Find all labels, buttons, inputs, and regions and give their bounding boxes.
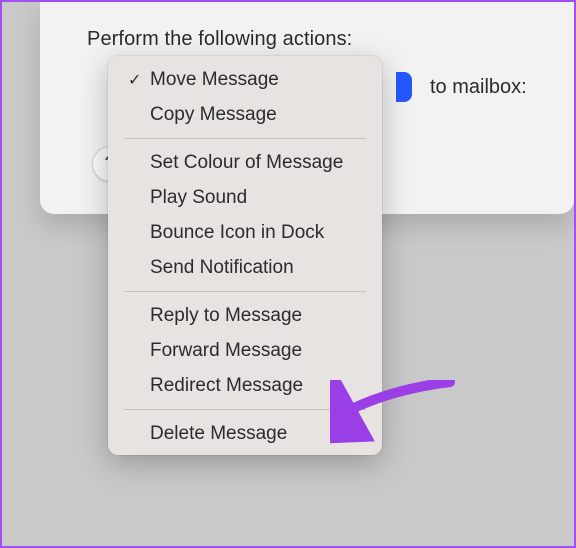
menu-item-redirect-message[interactable]: Redirect Message (108, 368, 382, 403)
menu-item-set-colour[interactable]: Set Colour of Message (108, 145, 382, 180)
menu-separator (124, 291, 366, 292)
check-icon: ✓ (128, 70, 150, 90)
menu-separator (124, 409, 366, 410)
menu-item-delete-message[interactable]: Delete Message (108, 416, 382, 451)
menu-item-label: Bounce Icon in Dock (150, 222, 324, 244)
menu-item-label: Delete Message (150, 423, 287, 445)
menu-item-send-notification[interactable]: Send Notification (108, 250, 382, 285)
menu-item-label: Set Colour of Message (150, 152, 343, 174)
actions-heading: Perform the following actions: (87, 28, 352, 51)
menu-item-label: Reply to Message (150, 305, 302, 327)
menu-item-label: Forward Message (150, 340, 302, 362)
menu-item-reply-to-message[interactable]: Reply to Message (108, 298, 382, 333)
action-select-right-edge[interactable] (396, 72, 412, 102)
action-dropdown-menu: ✓ Move Message Copy Message Set Colour o… (108, 56, 382, 455)
menu-item-label: Play Sound (150, 187, 247, 209)
menu-item-copy-message[interactable]: Copy Message (108, 97, 382, 132)
menu-item-forward-message[interactable]: Forward Message (108, 333, 382, 368)
menu-item-move-message[interactable]: ✓ Move Message (108, 62, 382, 97)
menu-item-label: Move Message (150, 69, 279, 91)
menu-item-label: Redirect Message (150, 375, 303, 397)
mailbox-label: to mailbox: (430, 76, 527, 99)
menu-separator (124, 138, 366, 139)
menu-item-play-sound[interactable]: Play Sound (108, 180, 382, 215)
menu-item-label: Send Notification (150, 257, 294, 279)
menu-item-bounce-icon[interactable]: Bounce Icon in Dock (108, 215, 382, 250)
menu-item-label: Copy Message (150, 104, 277, 126)
